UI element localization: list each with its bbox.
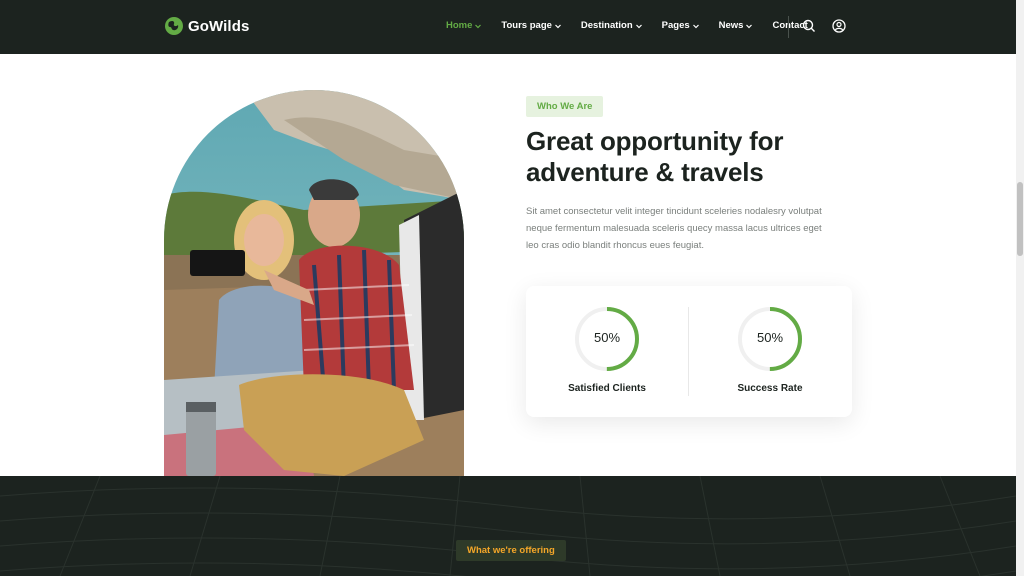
scrollbar-thumb[interactable] (1017, 182, 1023, 256)
globe-logo-icon (165, 17, 183, 35)
chevron-down-icon (554, 24, 561, 28)
nav-item-label: News (718, 20, 744, 31)
brand-name: GoWilds (188, 17, 250, 35)
stat-value: 50% (756, 330, 784, 345)
stats-card: 50% Satisfied Clients 50% Success Rate (526, 286, 852, 417)
chevron-down-icon (692, 24, 699, 28)
logo[interactable]: GoWilds (164, 16, 249, 36)
nav-item-tours-page[interactable]: Tours page (501, 20, 562, 31)
what-we-offer-tag: What we're offering (456, 540, 566, 561)
nav-item-destination[interactable]: Destination (581, 20, 643, 31)
user-icon[interactable] (832, 19, 846, 33)
headline-line-2: adventure & travels (526, 157, 764, 187)
offering-section: What we're offering (0, 476, 1016, 576)
chevron-down-icon (475, 24, 482, 28)
couple-selfie-photo (164, 90, 464, 476)
search-icon[interactable] (802, 19, 816, 33)
wave-pattern-background (0, 476, 1016, 576)
nav-item-home[interactable]: Home (446, 20, 482, 31)
nav-item-news[interactable]: News (719, 20, 754, 31)
stat-label: Satisfied Clients (568, 383, 646, 394)
who-we-are-tag: Who We Are (526, 96, 604, 117)
nav-item-label: Tours page (501, 20, 552, 31)
stat-satisfied-clients: 50% Satisfied Clients (547, 306, 667, 394)
nav-item-label: Home (446, 20, 473, 31)
stat-label: Success Rate (737, 383, 803, 394)
section-headline: Great opportunity for adventure & travel… (526, 126, 866, 188)
main-nav: Home Tours page Destination Pages News C… (446, 20, 827, 31)
stat-success-rate: 50% Success Rate (710, 306, 830, 394)
chevron-down-icon (635, 24, 642, 28)
page-scrollbar[interactable] (1016, 0, 1024, 576)
section-description: Sit amet consectetur velit integer tinci… (526, 206, 822, 251)
headline-line-1: Great opportunity for (526, 126, 784, 156)
stat-value: 50% (593, 330, 621, 345)
nav-item-pages[interactable]: Pages (662, 20, 700, 31)
chevron-down-icon (746, 24, 753, 28)
nav-item-label: Pages (661, 20, 690, 31)
nav-divider (788, 16, 789, 38)
nav-item-label: Destination (580, 20, 633, 31)
site-header: GoWilds Home Tours page Destination Page… (0, 0, 1016, 54)
stats-divider (688, 307, 689, 396)
